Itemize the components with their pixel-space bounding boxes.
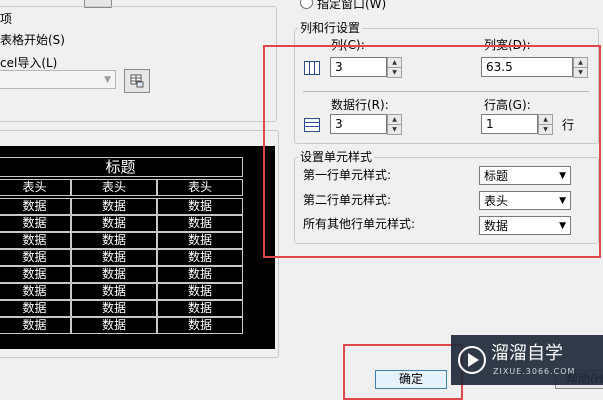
chevron-down-icon: ▼ — [104, 75, 111, 85]
preview-data-cell: 数据 — [0, 215, 71, 232]
preview-data-cell: 数据 — [71, 215, 157, 232]
preview-data-cell: 数据 — [157, 317, 243, 334]
preview-data-cell: 数据 — [157, 300, 243, 317]
preview-title-cell: 标题 — [0, 157, 243, 177]
preview-data-cell: 数据 — [0, 232, 71, 249]
from-excel-label[interactable]: cel导入(L) — [0, 56, 57, 70]
preview-data-cell: 数据 — [0, 249, 71, 266]
table-link-icon — [130, 74, 144, 88]
excel-source-dropdown[interactable]: ▼ — [0, 70, 116, 89]
column-row-settings-title: 列和行设置 — [298, 21, 363, 35]
preview-data-cell: 数据 — [157, 215, 243, 232]
preview-header-cell: 表头 — [71, 179, 157, 196]
watermark-brand: 溜溜自学 — [491, 343, 563, 364]
table-preview: 标题 表头 表头 表头 数据 数据 数据 数据 数据 数据 数据 数据 数据 数… — [0, 146, 275, 349]
insert-options-label-tail: 项 — [0, 12, 13, 26]
watermark-logo: 溜溜自学 ZIXUE.3066.COM — [451, 335, 603, 385]
watermark-url: ZIXUE.3066.COM — [493, 367, 576, 376]
browse-data-link-button[interactable] — [124, 69, 150, 93]
preview-data-cell: 数据 — [0, 283, 71, 300]
ok-button[interactable]: 确定 — [375, 370, 447, 389]
preview-data-cell: 数据 — [0, 266, 71, 283]
preview-data-cell: 数据 — [71, 283, 157, 300]
preview-data-cell: 数据 — [71, 249, 157, 266]
start-from-table-label[interactable]: 表格开始(S) — [0, 33, 65, 47]
preview-data-cell: 数据 — [0, 317, 71, 334]
preview-data-cell: 数据 — [71, 300, 157, 317]
preview-data-cell: 数据 — [71, 266, 157, 283]
preview-data-cell: 数据 — [71, 198, 157, 215]
preview-header-cell: 表头 — [0, 179, 71, 196]
settings-highlight-box — [263, 45, 601, 258]
specify-window-radio[interactable] — [300, 0, 313, 9]
specify-window-label[interactable]: 指定窗口(W) — [317, 0, 386, 11]
preview-header-cell: 表头 — [157, 179, 243, 196]
preview-data-cell: 数据 — [0, 198, 71, 215]
preview-data-cell: 数据 — [157, 198, 243, 215]
preview-data-cell: 数据 — [71, 232, 157, 249]
play-logo-icon — [458, 346, 486, 374]
preview-data-cell: 数据 — [157, 249, 243, 266]
preview-data-cell: 数据 — [71, 317, 157, 334]
preview-data-cell: 数据 — [0, 300, 71, 317]
preview-data-cell: 数据 — [157, 232, 243, 249]
preview-data-cell: 数据 — [157, 283, 243, 300]
preview-data-cell: 数据 — [157, 266, 243, 283]
